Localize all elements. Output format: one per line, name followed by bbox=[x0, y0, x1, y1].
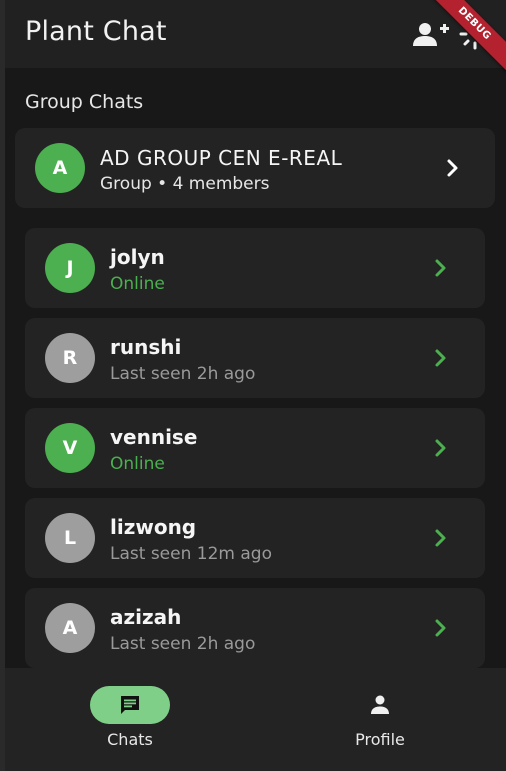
user-chat-card-runshi[interactable]: R runshi Last seen 2h ago bbox=[25, 318, 485, 398]
avatar: V bbox=[45, 423, 95, 473]
avatar: R bbox=[45, 333, 95, 383]
add-user-button[interactable] bbox=[411, 18, 451, 50]
group-name: AD GROUP CEN E-REAL bbox=[100, 146, 343, 170]
person-icon bbox=[371, 695, 389, 714]
user-name: jolyn bbox=[110, 245, 165, 269]
user-chat-card-lizwong[interactable]: L lizwong Last seen 12m ago bbox=[25, 498, 485, 578]
user-status: Online bbox=[110, 454, 165, 474]
app-bar: Plant Chat DEBUG bbox=[5, 0, 506, 74]
chevron-right-icon bbox=[435, 619, 446, 637]
app-title: Plant Chat bbox=[25, 16, 167, 47]
user-name: vennise bbox=[110, 425, 198, 449]
user-name: runshi bbox=[110, 335, 182, 359]
group-chat-card[interactable]: A AD GROUP CEN E-REAL Group • 4 members bbox=[15, 128, 495, 208]
chevron-right-icon bbox=[435, 259, 446, 277]
user-chat-card-azizah[interactable]: A azizah Last seen 2h ago bbox=[25, 588, 485, 668]
chat-bubble-icon bbox=[121, 696, 139, 714]
bottom-navigation: Chats Profile bbox=[5, 668, 506, 771]
user-name: azizah bbox=[110, 605, 182, 629]
avatar: L bbox=[45, 513, 95, 563]
avatar: A bbox=[45, 603, 95, 653]
nav-label-chats: Chats bbox=[107, 730, 153, 749]
avatar: A bbox=[35, 143, 85, 193]
chevron-right-icon bbox=[435, 439, 446, 457]
app-screen: Plant Chat DEBUG Group Chats A AD GROUP … bbox=[5, 0, 506, 771]
person-add-icon bbox=[413, 23, 449, 46]
nav-label-profile: Profile bbox=[355, 730, 405, 749]
user-status: Last seen 2h ago bbox=[110, 364, 256, 384]
chevron-right-icon bbox=[435, 529, 446, 547]
chevron-right-icon bbox=[447, 159, 458, 177]
chevron-right-icon bbox=[435, 349, 446, 367]
user-status: Online bbox=[110, 274, 165, 294]
user-name: lizwong bbox=[110, 515, 197, 539]
nav-item-chats[interactable]: Chats bbox=[5, 668, 255, 771]
nav-item-profile[interactable]: Profile bbox=[255, 668, 505, 771]
user-status: Last seen 12m ago bbox=[110, 544, 272, 564]
user-status: Last seen 2h ago bbox=[110, 634, 256, 654]
group-chats-title: Group Chats bbox=[25, 91, 144, 113]
avatar: J bbox=[45, 243, 95, 293]
group-subtitle: Group • 4 members bbox=[100, 174, 270, 194]
user-chat-card-vennise[interactable]: V vennise Online bbox=[25, 408, 485, 488]
user-chat-card-jolyn[interactable]: J jolyn Online bbox=[25, 228, 485, 308]
